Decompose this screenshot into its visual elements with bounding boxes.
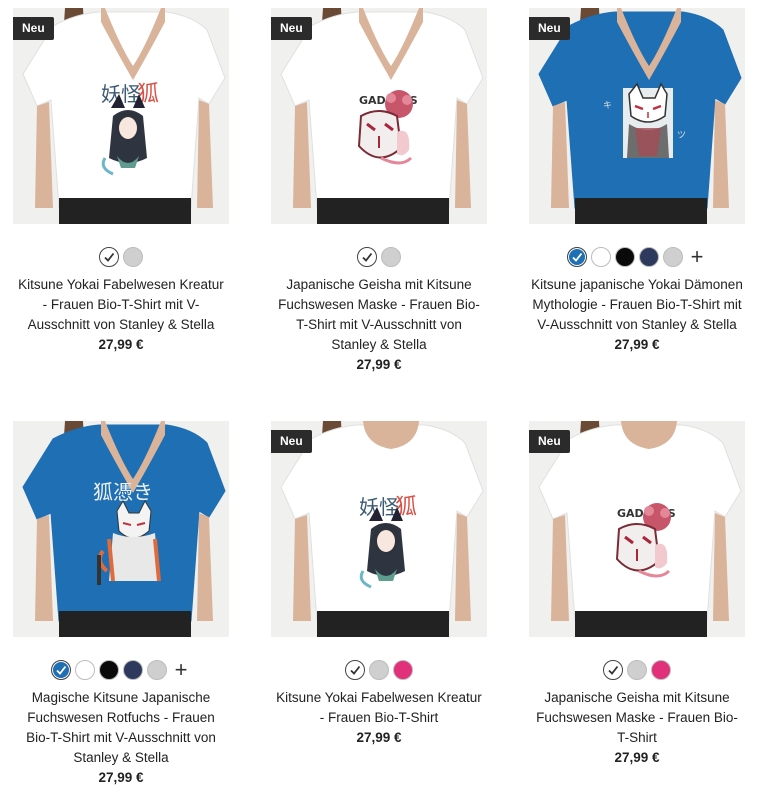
new-badge: Neu	[529, 430, 570, 453]
product-image[interactable]: 妖怪 狐 Neu	[271, 421, 487, 637]
product-price: 27,99 €	[356, 730, 402, 745]
color-swatches	[13, 247, 229, 267]
check-icon	[350, 665, 361, 675]
new-badge: Neu	[271, 17, 312, 40]
color-swatch[interactable]	[123, 247, 143, 267]
color-swatches	[271, 247, 487, 267]
color-swatch[interactable]	[393, 660, 413, 680]
color-swatch[interactable]	[639, 247, 659, 267]
check-icon	[104, 252, 115, 262]
product-image[interactable]: 妖怪 狐 Neu	[13, 8, 229, 224]
new-badge: Neu	[271, 430, 312, 453]
color-swatch[interactable]	[651, 660, 671, 680]
color-swatches	[529, 660, 745, 680]
check-icon	[572, 252, 583, 262]
product-card[interactable]: キ ツ Neu + Kitsune japanische Yokai Dämonen…	[529, 8, 745, 355]
color-swatch[interactable]	[123, 660, 143, 680]
color-swatch[interactable]	[99, 660, 119, 680]
color-swatches: +	[13, 659, 229, 681]
product-title[interactable]: Kitsune Yokai Fabelwesen Kreatur - Fraue…	[13, 275, 229, 335]
color-swatch-selected[interactable]	[345, 660, 365, 680]
color-swatch[interactable]	[381, 247, 401, 267]
color-swatch[interactable]	[75, 660, 95, 680]
color-swatch-selected[interactable]	[603, 660, 623, 680]
color-swatch-selected[interactable]	[357, 247, 377, 267]
product-image[interactable]: GADDESS Neu	[529, 421, 745, 637]
product-price: 27,99 €	[356, 357, 402, 372]
product-title[interactable]: Kitsune Yokai Fabelwesen Kreatur - Fraue…	[271, 688, 487, 728]
svg-text:キ: キ	[603, 101, 612, 111]
product-image[interactable]: GADDESS Neu	[271, 8, 487, 224]
product-card[interactable]: GADDESS Neu Japanische Geisha mit Kitsune…	[529, 421, 745, 768]
new-badge: Neu	[529, 17, 570, 40]
color-swatch-selected[interactable]	[51, 660, 71, 680]
check-icon	[608, 665, 619, 675]
product-price: 27,99 €	[98, 770, 144, 785]
product-card[interactable]: 妖怪 狐 Neu Kitsune Yokai Fabelwesen Kreatur…	[271, 421, 487, 748]
product-card[interactable]: 狐憑き + Magische Kitsune Japanische Fuchswe…	[13, 421, 229, 788]
more-colors-plus-icon[interactable]: +	[171, 659, 191, 681]
color-swatch[interactable]	[369, 660, 389, 680]
check-icon	[362, 252, 373, 262]
svg-text:ツ: ツ	[677, 131, 686, 141]
product-image[interactable]: 狐憑き	[13, 421, 229, 637]
product-title[interactable]: Japanische Geisha mit Kitsune Fuchswesen…	[271, 275, 487, 355]
product-price: 27,99 €	[614, 750, 660, 765]
new-badge: Neu	[13, 17, 54, 40]
product-price: 27,99 €	[614, 337, 660, 352]
color-swatch-selected[interactable]	[567, 247, 587, 267]
color-swatches	[271, 660, 487, 680]
product-title[interactable]: Kitsune japanische Yokai Dämonen Mytholo…	[529, 275, 745, 335]
color-swatch[interactable]	[627, 660, 647, 680]
color-swatch[interactable]	[591, 247, 611, 267]
color-swatches: +	[529, 246, 745, 268]
check-icon	[56, 665, 67, 675]
color-swatch-selected[interactable]	[99, 247, 119, 267]
product-title[interactable]: Magische Kitsune Japanische Fuchswesen R…	[13, 688, 229, 768]
color-swatch[interactable]	[615, 247, 635, 267]
color-swatch[interactable]	[663, 247, 683, 267]
product-image[interactable]: キ ツ Neu	[529, 8, 745, 224]
product-title[interactable]: Japanische Geisha mit Kitsune Fuchswesen…	[529, 688, 745, 748]
product-price: 27,99 €	[98, 337, 144, 352]
color-swatch[interactable]	[147, 660, 167, 680]
product-card[interactable]: 妖怪 狐 Neu Kitsune Yokai Fabelwesen Kreatur…	[13, 8, 229, 355]
more-colors-plus-icon[interactable]: +	[687, 246, 707, 268]
product-card[interactable]: GADDESS Neu Japanische Geisha mit Kitsune…	[271, 8, 487, 375]
